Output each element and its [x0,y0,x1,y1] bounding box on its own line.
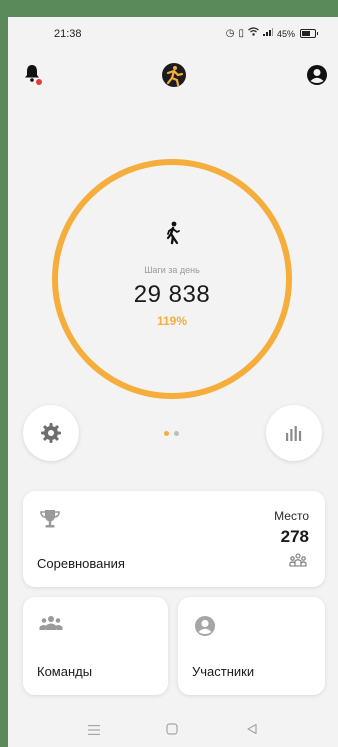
top-bar [8,61,338,97]
walking-icon [166,221,180,245]
steps-ring[interactable]: Шаги за день 29 838 119% [52,159,292,399]
team-icon [39,616,63,630]
gear-icon [41,423,61,443]
menu-icon [88,725,100,735]
rank-label: Место [274,509,309,523]
rank-value: 278 [280,527,309,546]
teams-title: Команды [37,664,93,679]
wifi-icon [248,27,259,40]
phone-screen: 21:38 ◷ ▯ 45% Шаги за день 29 838 119% М… [8,17,338,747]
competitions-title: Соревнования [37,556,125,571]
user-icon [195,616,215,636]
steps-label: Шаги за день [144,265,200,275]
home-button[interactable] [166,723,178,738]
notification-dot [35,78,43,86]
competitions-card[interactable]: Место 278 Соревнования [23,491,325,587]
back-button[interactable] [246,723,258,738]
podium-people-icon [289,553,307,567]
battery-icon [300,29,318,38]
participants-card[interactable]: Участники [178,597,325,695]
home-icon [166,723,178,735]
settings-button[interactable] [23,405,79,461]
vibrate-icon: ▯ [238,27,244,39]
trophy-icon [40,510,60,528]
progress-ring [52,159,292,399]
status-icons: ◷ ▯ 45% [225,27,318,40]
alarm-icon: ◷ [225,27,235,39]
bar-chart-icon [286,426,302,441]
profile-icon [307,65,327,85]
battery-percent: 45% [276,28,295,39]
participants-title: Участники [192,664,255,679]
steps-percent: 119% [156,314,188,328]
page-indicator [164,431,179,436]
back-icon [247,723,257,735]
page-dot-active [164,431,169,436]
status-time: 21:38 [54,28,82,40]
page-dot [174,431,179,436]
teams-card[interactable]: Команды [23,597,168,695]
system-nav-bar [8,717,338,747]
statistics-button[interactable] [266,405,322,461]
menu-button[interactable] [88,723,100,738]
status-bar: 21:38 ◷ ▯ 45% [8,17,338,47]
profile-button[interactable] [306,64,328,86]
steps-count: 29 838 [133,281,211,308]
notifications-button[interactable] [22,63,44,87]
app-logo [160,61,188,89]
signal-icon [262,27,273,40]
